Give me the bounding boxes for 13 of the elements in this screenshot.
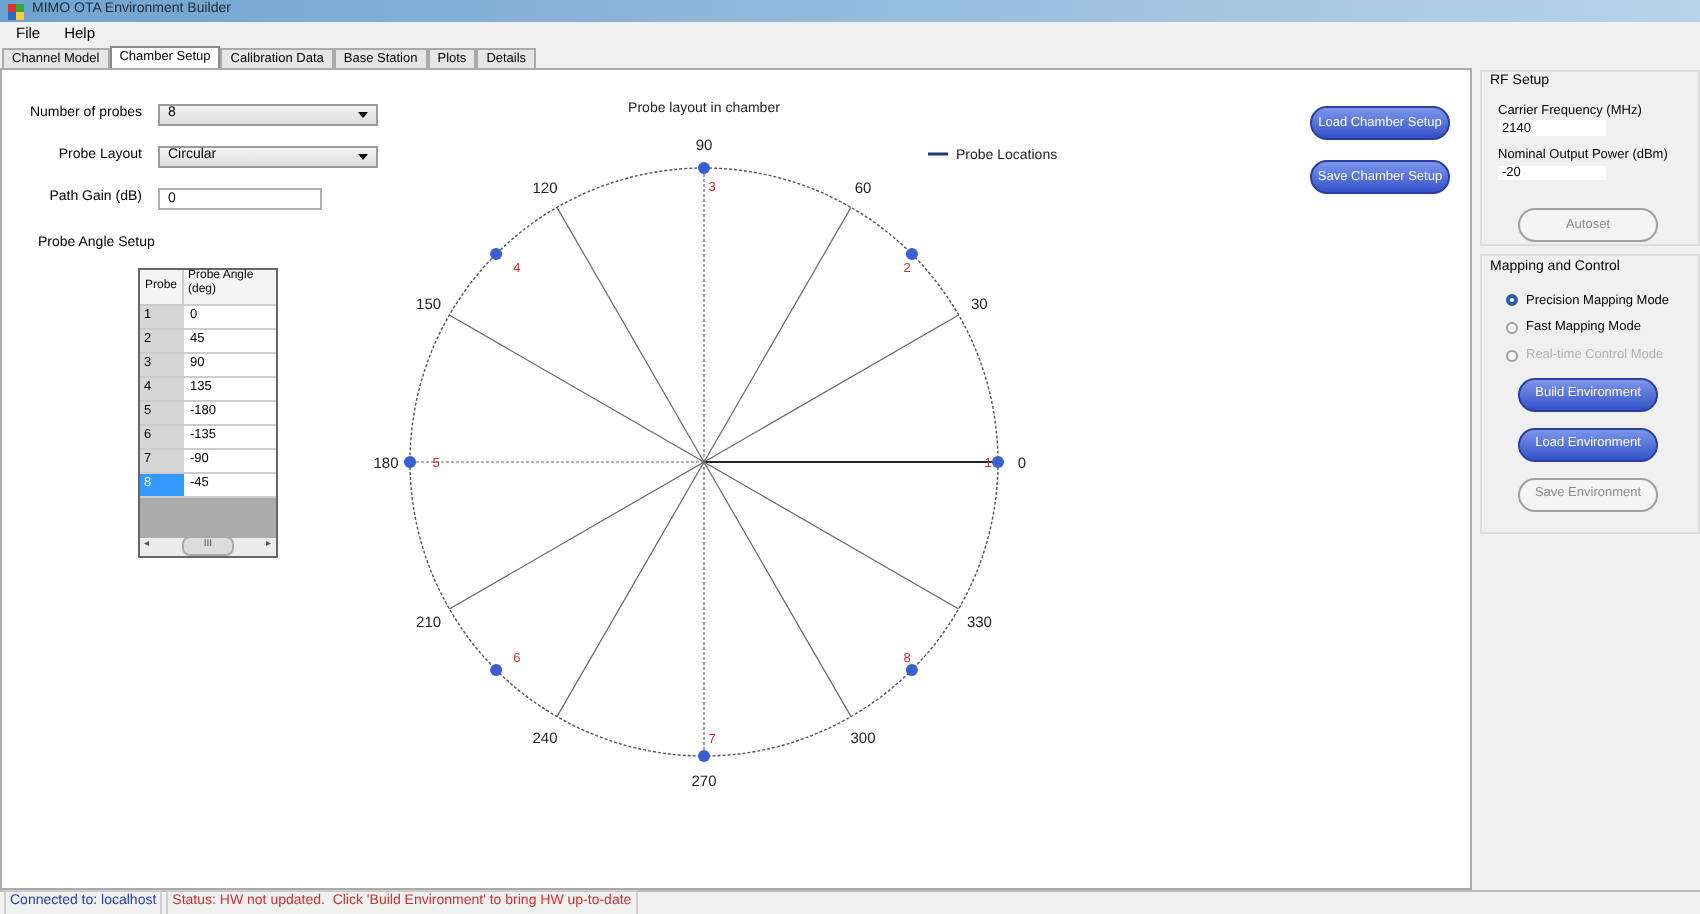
radio-button[interactable]: [1506, 322, 1518, 335]
radio-button[interactable]: [1506, 294, 1518, 307]
probe-point: [490, 248, 503, 261]
probe-point: [404, 456, 416, 468]
caret-icon: [358, 112, 368, 118]
probe-point: [490, 663, 503, 676]
probe-point: [905, 663, 918, 676]
probe-point: [905, 248, 918, 261]
probe-point: [992, 456, 1004, 468]
probe-point: [698, 162, 710, 174]
caret-icon: [358, 154, 368, 160]
probe-point: [698, 750, 710, 762]
app-icon: [8, 3, 24, 19]
